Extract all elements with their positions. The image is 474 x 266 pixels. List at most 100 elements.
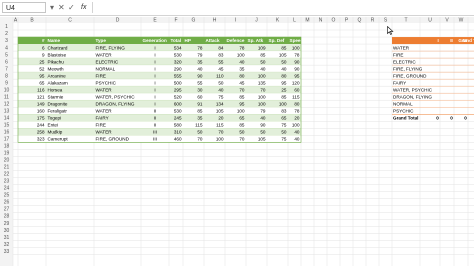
table-cell: 70 xyxy=(239,137,245,142)
table-cell: 40 xyxy=(239,59,245,64)
pivot-header-cell: II xyxy=(450,38,453,43)
column-header-o: O xyxy=(332,18,336,24)
row-header: 16 xyxy=(4,130,10,136)
table-cell: 50 xyxy=(260,130,266,135)
table-cell: 85 xyxy=(239,94,245,99)
table-cell: 600 xyxy=(174,101,182,106)
row-header: 25 xyxy=(4,193,10,199)
table-cell: 520 xyxy=(174,94,182,99)
table-cell: 50 xyxy=(239,130,245,135)
table-cell: 323 xyxy=(37,137,45,142)
table-cell: 320 xyxy=(174,59,182,64)
table-cell: Arcanine xyxy=(48,73,67,78)
pivot-row-label: PSYCHIC xyxy=(393,108,414,113)
table-cell: 60 xyxy=(197,94,203,99)
row-header: 19 xyxy=(4,151,10,157)
table-cell: 116 xyxy=(37,87,45,92)
table-row xyxy=(18,121,301,129)
table-cell: 45 xyxy=(218,66,224,71)
row-header: 24 xyxy=(4,186,10,192)
table-cell: 100 xyxy=(237,108,245,113)
table-cell: 30 xyxy=(197,87,203,92)
table-cell: 115 xyxy=(195,122,203,127)
table-cell: 50 xyxy=(197,130,203,135)
table-cell: WATER xyxy=(96,52,113,57)
table-cell: 50 xyxy=(281,130,287,135)
table-cell: 85 xyxy=(281,94,287,99)
table-cell: DRAGON, FLYING xyxy=(96,101,135,106)
table-cell: 60 xyxy=(294,87,300,92)
row-header: 9 xyxy=(5,80,8,86)
table-cell: FIRE xyxy=(96,73,106,78)
row-header: 3 xyxy=(5,38,8,44)
table-cell: 95 xyxy=(294,73,300,78)
row-header: 12 xyxy=(4,101,10,107)
table-cell: I xyxy=(154,59,155,64)
table-cell: 65 xyxy=(281,115,287,120)
table-cell: 110 xyxy=(216,73,224,78)
table-cell: Dragonite xyxy=(48,101,68,106)
row-header: 8 xyxy=(5,73,8,79)
table-cell: 100 xyxy=(237,52,245,57)
table-cell: 160 xyxy=(37,108,45,113)
column-header-c: C xyxy=(68,18,72,24)
row-header: 11 xyxy=(4,94,9,100)
column-header-q: Q xyxy=(358,18,362,24)
table-cell: 70 xyxy=(239,87,245,92)
table-cell: 35 xyxy=(197,115,203,120)
table-cell: 100 xyxy=(258,101,266,106)
worksheet-grid[interactable]: ABCDEFGHIJKLMNOPQRSTUVWXY123456789101112… xyxy=(0,0,474,266)
row-header: 33 xyxy=(4,249,10,255)
column-header-u: U xyxy=(428,18,432,24)
table-cell: 80 xyxy=(294,101,300,106)
column-header-r: R xyxy=(371,18,375,24)
table-cell: 95 xyxy=(239,101,245,106)
row-header: 29 xyxy=(4,221,10,227)
table-cell: III xyxy=(153,130,157,135)
row-header: 10 xyxy=(4,87,10,93)
table-cell: Mudkip xyxy=(48,130,63,135)
pivot-grand-total-label: Grand Total xyxy=(393,115,418,120)
table-cell: FIRE, FLYING xyxy=(96,45,126,50)
table-cell: Entei xyxy=(48,122,58,127)
table-cell: I xyxy=(154,87,155,92)
table-cell: 78 xyxy=(197,45,203,50)
row-header: 32 xyxy=(4,242,10,248)
table-cell: 90 xyxy=(294,66,300,71)
row-header: 13 xyxy=(4,108,10,114)
table-cell: WATER xyxy=(96,108,113,113)
table-cell: 55 xyxy=(218,59,224,64)
row-header: 14 xyxy=(4,115,10,121)
row-header: 7 xyxy=(5,66,8,72)
table-cell: 90 xyxy=(260,122,266,127)
row-header: 18 xyxy=(4,144,10,150)
table-cell: 134 xyxy=(216,101,224,106)
table-cell: 105 xyxy=(258,137,266,142)
table-cell: Togepi xyxy=(48,115,62,120)
table-cell: 70 xyxy=(260,87,266,92)
pivot-grand-total-cell: 0 xyxy=(464,115,467,120)
table-cell: 80 xyxy=(281,73,287,78)
table-cell: 79 xyxy=(197,52,203,57)
table-cell: 555 xyxy=(174,73,182,78)
table-cell: 530 xyxy=(174,52,182,57)
table-cell: 40 xyxy=(197,66,203,71)
table-cell: 52 xyxy=(39,66,45,71)
pivot-row-label: DRAGON, FLYING xyxy=(393,94,432,99)
table-cell: 100 xyxy=(292,122,300,127)
table-cell: 20 xyxy=(218,115,224,120)
table-cell: 100 xyxy=(216,137,224,142)
table-header-cell: HP xyxy=(185,38,191,43)
table-cell: 79 xyxy=(260,108,266,113)
table-cell: 40 xyxy=(218,87,224,92)
column-header-l: L xyxy=(293,18,296,24)
table-cell: 85 xyxy=(239,122,245,127)
row-header: 28 xyxy=(4,214,10,220)
table-cell: II xyxy=(154,108,157,113)
table-cell: 105 xyxy=(279,52,287,57)
table-cell: 50 xyxy=(218,80,224,85)
table-cell: 90 xyxy=(197,73,203,78)
table-cell: 244 xyxy=(37,122,45,127)
row-header: 27 xyxy=(4,207,10,213)
table-cell: 121 xyxy=(37,94,45,99)
